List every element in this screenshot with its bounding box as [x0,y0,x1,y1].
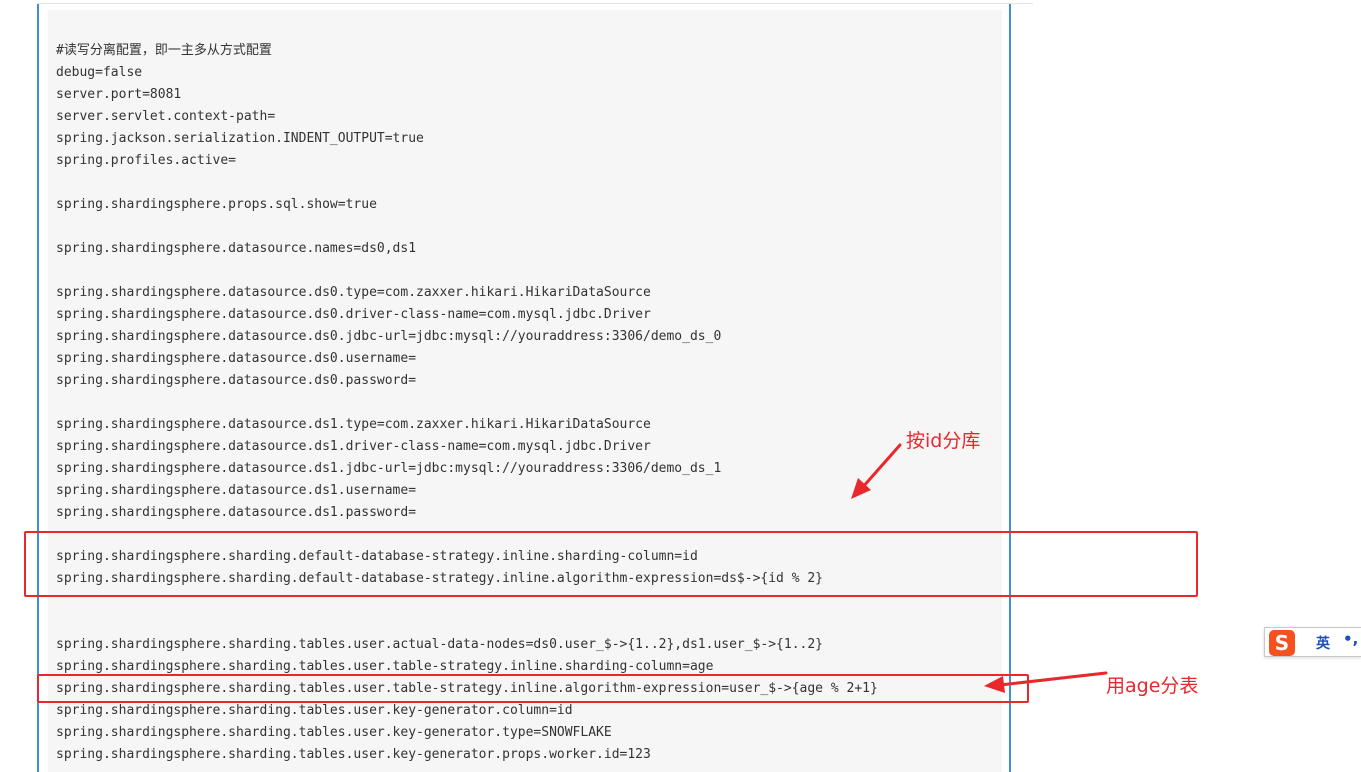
annotation-arrows [851,443,1108,693]
table-sharding-annotation: 用age分表 [1106,675,1199,697]
ime-language-toggle[interactable]: 英 [1316,633,1330,653]
db-annotation-arrow-icon [851,443,902,499]
table-annotation-arrow-icon [984,671,1108,693]
sogou-ime-icon[interactable]: S [1269,630,1295,656]
ime-punctuation-toggle[interactable]: •, [1343,630,1358,648]
ime-toolbar[interactable]: S 英 •, [1264,627,1361,657]
db-sharding-annotation: 按id分库 [906,430,981,452]
